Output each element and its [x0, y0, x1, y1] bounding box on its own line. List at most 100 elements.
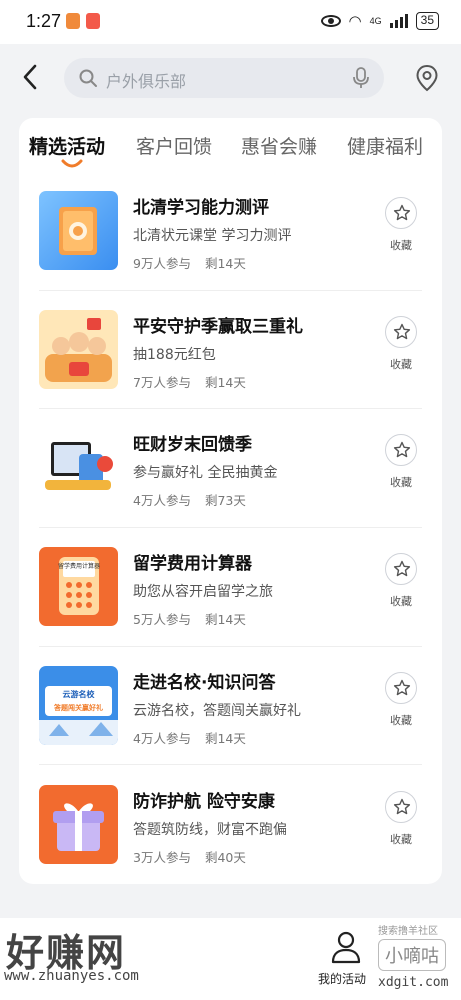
activity-subtitle: 云游名校，答题闯关赢好礼 [133, 703, 301, 719]
thumbnail-text: 答题闯关赢好礼 [53, 703, 103, 712]
activity-meta: 9万人参与 剩14天 [133, 253, 246, 272]
location-button[interactable] [415, 64, 439, 92]
watermark-url-2: xdgit.com [378, 975, 449, 990]
divider [39, 408, 422, 409]
activity-thumbnail [39, 191, 118, 270]
battery-indicator: 35 [415, 12, 439, 30]
activity-subtitle: 抽188元红包 [133, 347, 216, 363]
person-icon [331, 931, 361, 964]
watermark-community: 搜索撸羊社区 小嘀咕 xdgit.com [378, 922, 460, 990]
activity-meta: 7万人参与 剩14天 [133, 372, 246, 391]
top-bar: 户外俱乐部 [0, 44, 461, 110]
star-icon [393, 323, 411, 340]
tab-featured[interactable]: 精选活动 [29, 132, 105, 159]
activity-meta: 5万人参与 剩14天 [133, 609, 246, 628]
divider [39, 527, 422, 528]
participant-count: 9万人参与 [133, 256, 191, 271]
activity-thumbnail [39, 310, 118, 389]
list-item[interactable]: 北清学习能力测评 北清状元课堂 学习力测评 9万人参与 剩14天 收藏 [39, 191, 422, 309]
star-icon [393, 679, 411, 696]
divider [39, 290, 422, 291]
participant-count: 4万人参与 [133, 493, 191, 508]
favorite-label: 收藏 [390, 239, 412, 252]
activity-subtitle: 答题筑防线，财富不跑偏 [133, 822, 287, 838]
days-remaining: 剩40天 [204, 850, 246, 865]
search-input[interactable]: 户外俱乐部 [64, 58, 384, 98]
activity-title: 北清学习能力测评 [133, 198, 269, 218]
participant-count: 7万人参与 [133, 375, 191, 390]
watermark-name: 小嘀咕 [378, 939, 446, 971]
watermark-community-text: 搜索撸羊社区 [378, 926, 438, 937]
list-item[interactable]: 留学费用计算器 留学费用计算器 助您从容开启留学之旅 5万人参与 剩14天 收藏 [39, 547, 422, 665]
tab-save-earn[interactable]: 惠省会赚 [241, 132, 317, 159]
star-icon [393, 441, 411, 458]
participant-count: 5万人参与 [133, 612, 191, 627]
tab-customer-rewards[interactable]: 客户回馈 [136, 132, 212, 159]
favorite-label: 收藏 [390, 358, 412, 371]
my-activities-button[interactable]: 我的活动 [318, 926, 374, 986]
days-remaining: 剩73天 [204, 493, 246, 508]
favorite-label: 收藏 [390, 714, 412, 727]
activity-meta: 4万人参与 剩73天 [133, 490, 246, 509]
favorite-button[interactable] [385, 197, 417, 229]
app-notification-icon [66, 13, 80, 29]
microphone-icon[interactable] [352, 67, 370, 89]
days-remaining: 剩14天 [204, 256, 246, 271]
activity-thumbnail [39, 428, 118, 507]
favorite-button[interactable] [385, 791, 417, 823]
bottom-bar: 好赚网 www.zhuanyes.com 我的活动 搜索撸羊社区 小嘀咕 xdg… [0, 918, 461, 1000]
days-remaining: 剩14天 [204, 375, 246, 390]
activity-thumbnail [39, 785, 118, 864]
favorite-label: 收藏 [390, 595, 412, 608]
activity-thumbnail: 云游名校 答题闯关赢好礼 [39, 666, 118, 745]
list-item[interactable]: 平安守护季赢取三重礼 抽188元红包 7万人参与 剩14天 收藏 [39, 310, 422, 428]
list-item[interactable]: 防诈护航 险守安康 答题筑防线，财富不跑偏 3万人参与 剩40天 收藏 [39, 785, 422, 884]
status-time: 1:27 [26, 11, 62, 31]
activity-subtitle: 北清状元课堂 学习力测评 [133, 228, 292, 244]
activity-meta: 3万人参与 剩40天 [133, 847, 246, 866]
divider [39, 646, 422, 647]
location-pin-icon [416, 64, 438, 92]
signal-icon [389, 14, 408, 28]
activity-title: 走进名校·知识问答 [133, 673, 276, 693]
thumbnail-text: 云游名校 [63, 689, 96, 699]
favorite-label: 收藏 [390, 476, 412, 489]
search-icon [79, 69, 97, 87]
activity-list-card: 精选活动 客户回馈 惠省会赚 健康福利 北清学习能力测评 北清状元课堂 学习力测… [19, 118, 442, 884]
favorite-label: 收藏 [390, 833, 412, 846]
thumbnail-text: 留学费用计算器 [58, 562, 100, 570]
activity-subtitle: 助您从容开启留学之旅 [133, 584, 273, 600]
favorite-button[interactable] [385, 672, 417, 704]
search-placeholder: 户外俱乐部 [106, 72, 187, 91]
chevron-left-icon [23, 64, 37, 90]
activity-title: 旺财岁末回馈季 [133, 435, 252, 455]
tab-health-benefits[interactable]: 健康福利 [347, 132, 423, 159]
my-activities-label: 我的活动 [318, 972, 367, 986]
participant-count: 4万人参与 [133, 731, 191, 746]
star-icon [393, 560, 411, 577]
favorite-button[interactable] [385, 316, 417, 348]
status-indicators: ◠ 4G 35 [320, 12, 439, 30]
back-button[interactable] [18, 62, 44, 92]
wifi-icon: ◠ [348, 12, 362, 30]
network-type: 4G [369, 16, 382, 26]
favorite-button[interactable] [385, 553, 417, 585]
activity-meta: 4万人参与 剩14天 [133, 728, 246, 747]
days-remaining: 剩14天 [204, 612, 246, 627]
divider [39, 764, 422, 765]
favorite-button[interactable] [385, 434, 417, 466]
status-bar: 1:27 ◠ 4G 35 [0, 0, 461, 44]
active-tab-indicator [61, 159, 83, 168]
star-icon [393, 798, 411, 815]
list-item[interactable]: 云游名校 答题闯关赢好礼 走进名校·知识问答 云游名校，答题闯关赢好礼 4万人参… [39, 666, 422, 784]
category-tabs: 精选活动 客户回馈 惠省会赚 健康福利 [19, 118, 442, 174]
watermark-url: www.zhuanyes.com [4, 968, 139, 984]
app-notification-icon [86, 13, 100, 29]
days-remaining: 剩14天 [204, 731, 246, 746]
activity-title: 防诈护航 险守安康 [133, 792, 275, 812]
star-icon [393, 204, 411, 221]
list-item[interactable]: 旺财岁末回馈季 参与赢好礼 全民抽黄金 4万人参与 剩73天 收藏 [39, 428, 422, 546]
activity-subtitle: 参与赢好礼 全民抽黄金 [133, 465, 278, 481]
eye-comfort-icon [320, 15, 341, 27]
activity-title: 留学费用计算器 [133, 554, 252, 574]
